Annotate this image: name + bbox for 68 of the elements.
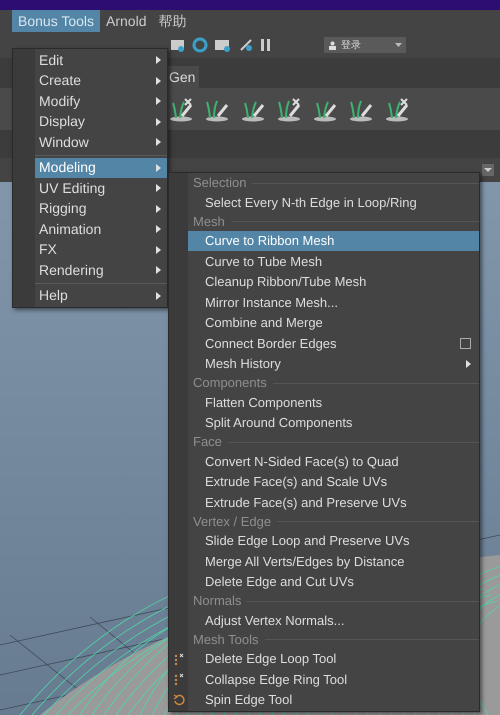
submenu-arrow-icon: [156, 266, 161, 274]
menu-item[interactable]: Mirror Instance Mesh...: [188, 292, 479, 312]
menu-item[interactable]: Delete Edge Loop Tool: [188, 648, 479, 669]
menu-item[interactable]: Help: [35, 286, 167, 306]
submenu-arrow-icon: [156, 76, 161, 85]
menu-item[interactable]: Display: [35, 112, 167, 132]
submenu-arrow-icon: [156, 184, 161, 192]
menu-item[interactable]: Merge All Verts/Edges by Distance: [188, 551, 479, 572]
submenu-arrow-icon: [156, 138, 161, 146]
submenu-arrow-icon: [156, 118, 161, 126]
menu-item[interactable]: Adjust Vertex Normals...: [188, 610, 479, 630]
section-header: Vertex / Edge: [193, 512, 272, 531]
submenu-arrow-icon: [156, 164, 161, 172]
menu-item[interactable]: Convert N-Sided Face(s) to Quad: [188, 451, 479, 472]
dots-x-icon: [174, 652, 184, 667]
caret-icon[interactable]: [482, 164, 494, 176]
menu-item[interactable]: Window: [35, 132, 167, 152]
menu-item[interactable]: Flatten Components: [188, 392, 479, 412]
submenu-arrow-icon: [156, 292, 161, 300]
menu-item[interactable]: Create: [35, 70, 167, 91]
submenu-arrow-icon: [156, 246, 161, 254]
dots-x-icon: [174, 672, 184, 687]
submenu-arrow-icon: [156, 97, 161, 106]
menu-item[interactable]: Edit: [35, 50, 167, 70]
grass-tool-icon[interactable]: [168, 96, 194, 122]
section-header: Selection: [193, 174, 246, 192]
menu-item[interactable]: Modeling: [35, 158, 167, 178]
menu-item[interactable]: Split Around Components: [188, 412, 479, 433]
pause-icon[interactable]: [260, 38, 272, 52]
menu-item[interactable]: Modify: [35, 91, 167, 112]
section-header: Face: [193, 433, 222, 452]
menu-item[interactable]: Rigging: [35, 198, 167, 219]
menu-item[interactable]: Select Every N-th Edge in Loop/Ring: [188, 192, 479, 212]
menu-item[interactable]: FX: [35, 240, 167, 260]
menu-item[interactable]: Cleanup Ribbon/Tube Mesh: [188, 272, 479, 292]
section-header: Normals: [193, 592, 242, 610]
menu-bar-item[interactable]: 帮助: [152, 10, 192, 32]
rotate-icon: [172, 694, 184, 706]
grass-tool-icon[interactable]: [276, 96, 302, 122]
ring-icon[interactable]: [192, 37, 208, 53]
menu-item[interactable]: Extrude Face(s) and Scale UVs: [188, 472, 479, 492]
login-dropdown[interactable]: 登录: [324, 37, 406, 53]
shelf-tab[interactable]: Gen: [166, 66, 200, 88]
section-header: Components: [193, 374, 267, 392]
section-header: Mesh Tools: [193, 630, 259, 649]
menu-item[interactable]: Mesh History: [188, 354, 479, 374]
menu-item[interactable]: Combine and Merge: [188, 312, 479, 333]
user-icon: [328, 40, 337, 50]
menu-item[interactable]: Curve to Ribbon Mesh: [188, 230, 479, 251]
submenu-arrow-icon: [156, 56, 161, 64]
submenu-arrow-icon: [156, 225, 161, 234]
option-checkbox[interactable]: [460, 338, 471, 349]
menu-item[interactable]: Animation: [35, 219, 167, 240]
menu-item[interactable]: Extrude Face(s) and Preserve UVs: [188, 492, 479, 512]
submenu-arrow-icon: [156, 204, 161, 213]
section-header: Mesh: [193, 212, 225, 231]
menu-item[interactable]: Spin Edge Tool: [188, 690, 479, 710]
menu-item[interactable]: Delete Edge and Cut UVs: [188, 572, 479, 592]
grass-tool-icon[interactable]: [384, 96, 410, 122]
menu-item[interactable]: UV Editing: [35, 178, 167, 198]
menu-item[interactable]: Curve to Tube Mesh: [188, 251, 479, 272]
menu-bar-item[interactable]: Arnold: [100, 10, 152, 32]
caret-icon: [395, 43, 402, 47]
menu-item[interactable]: Rendering: [35, 260, 167, 280]
submenu-arrow-icon: [466, 360, 471, 368]
menu-item[interactable]: Connect Border Edges: [188, 333, 479, 354]
menu-item[interactable]: Collapse Edge Ring Tool: [188, 669, 479, 690]
menu-item[interactable]: Slide Edge Loop and Preserve UVs: [188, 530, 479, 551]
